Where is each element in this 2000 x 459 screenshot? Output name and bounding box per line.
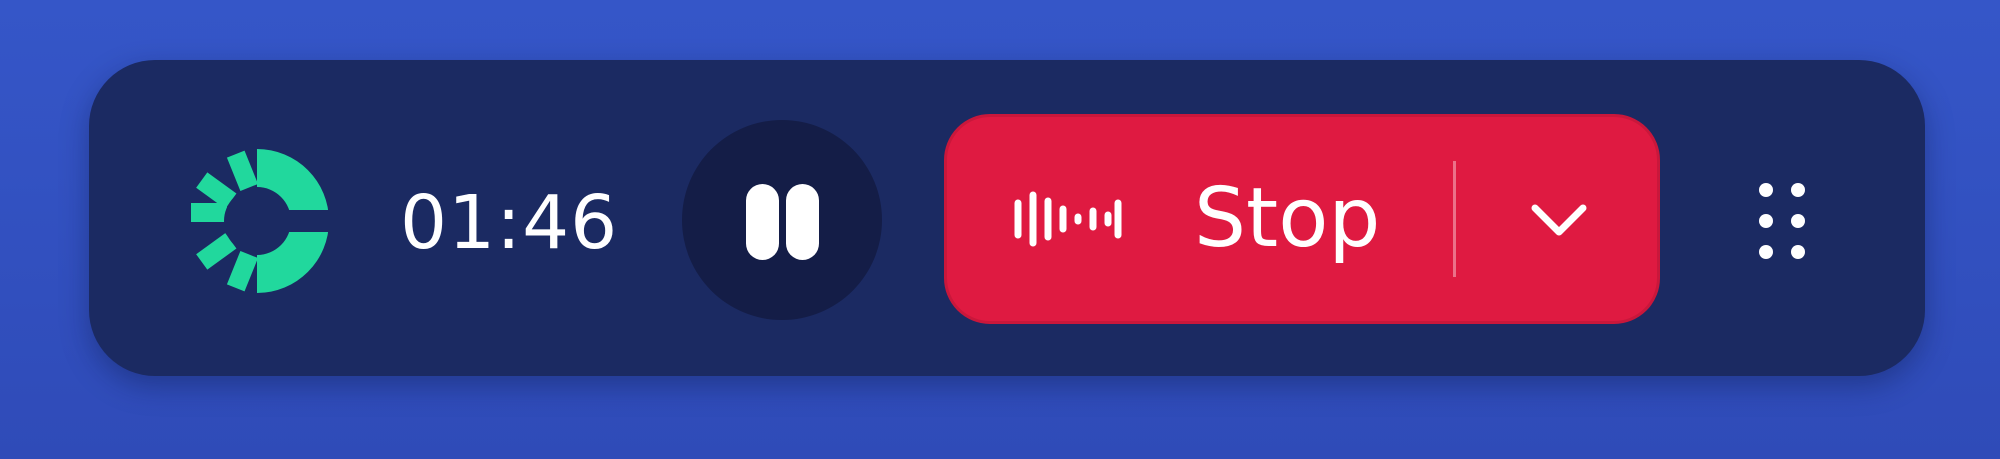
stop-recording-control: Stop — [944, 114, 1660, 324]
pause-button[interactable] — [682, 120, 882, 320]
audio-waveform-icon — [1014, 191, 1122, 247]
brand-logo-icon — [191, 149, 329, 293]
chevron-down-icon — [1531, 204, 1587, 236]
recording-timer: 01:46 — [400, 180, 619, 266]
stop-button-label: Stop — [1194, 171, 1381, 266]
pause-icon — [746, 184, 779, 260]
pause-icon-bar — [786, 184, 819, 260]
drag-handle-icon[interactable] — [1754, 180, 1810, 262]
stop-options-dropdown-button[interactable] — [1456, 117, 1657, 321]
stop-button[interactable]: Stop — [947, 117, 1452, 321]
